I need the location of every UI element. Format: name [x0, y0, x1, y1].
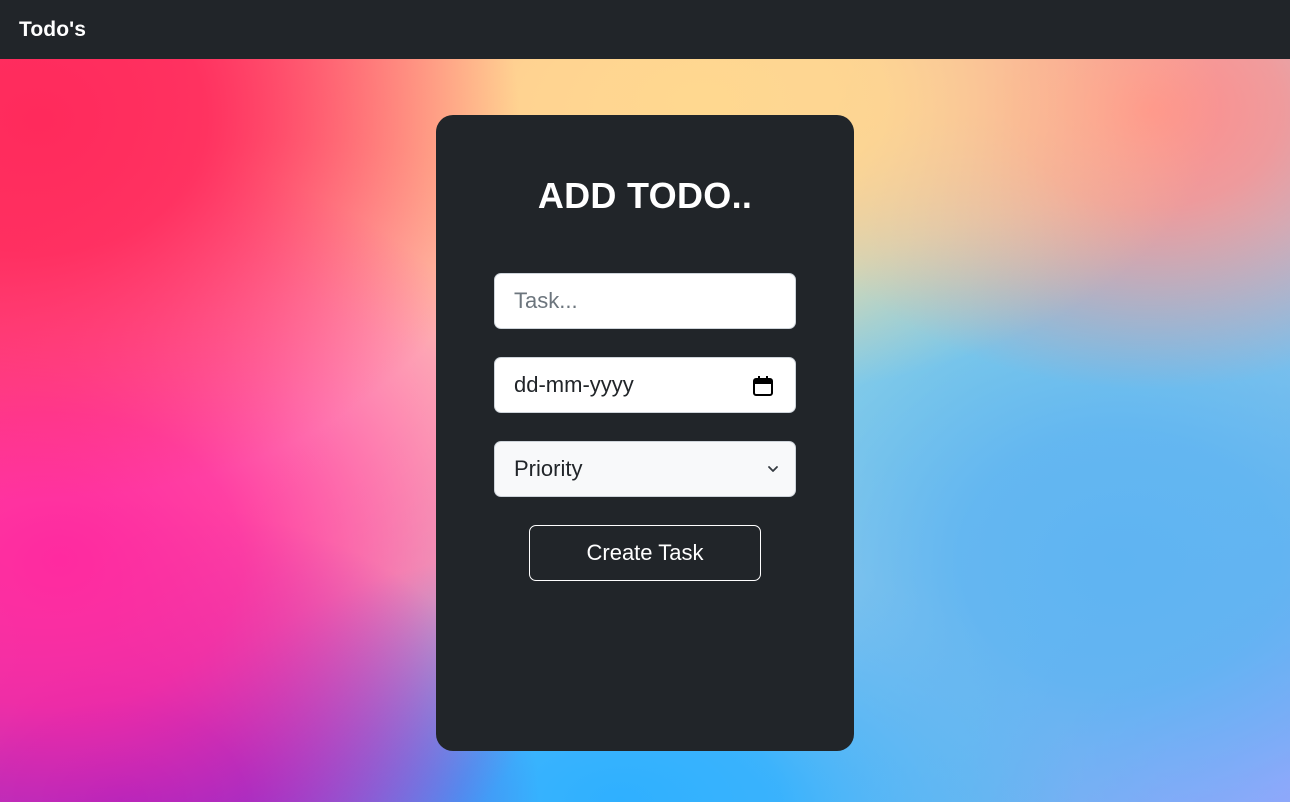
- due-date-placeholder: dd-mm-yyyy: [514, 372, 634, 397]
- navbar: Todo's: [0, 0, 1290, 59]
- navbar-brand[interactable]: Todo's: [19, 18, 86, 42]
- chevron-down-icon: [768, 466, 778, 472]
- task-input-placeholder: Task...: [514, 288, 578, 313]
- calendar-icon[interactable]: [752, 375, 774, 397]
- card-title: ADD TODO..: [537, 175, 753, 216]
- priority-select-value: Priority: [514, 456, 583, 481]
- task-input[interactable]: Task...: [494, 273, 796, 329]
- page: Todo's ADD TODO.. Task... dd-mm-yyyy Pri…: [0, 0, 1290, 802]
- create-task-button[interactable]: Create Task: [529, 525, 761, 581]
- priority-select[interactable]: Priority: [494, 441, 796, 497]
- add-todo-card: ADD TODO.. Task... dd-mm-yyyy Priority C…: [436, 115, 854, 751]
- due-date-input[interactable]: dd-mm-yyyy: [494, 357, 796, 413]
